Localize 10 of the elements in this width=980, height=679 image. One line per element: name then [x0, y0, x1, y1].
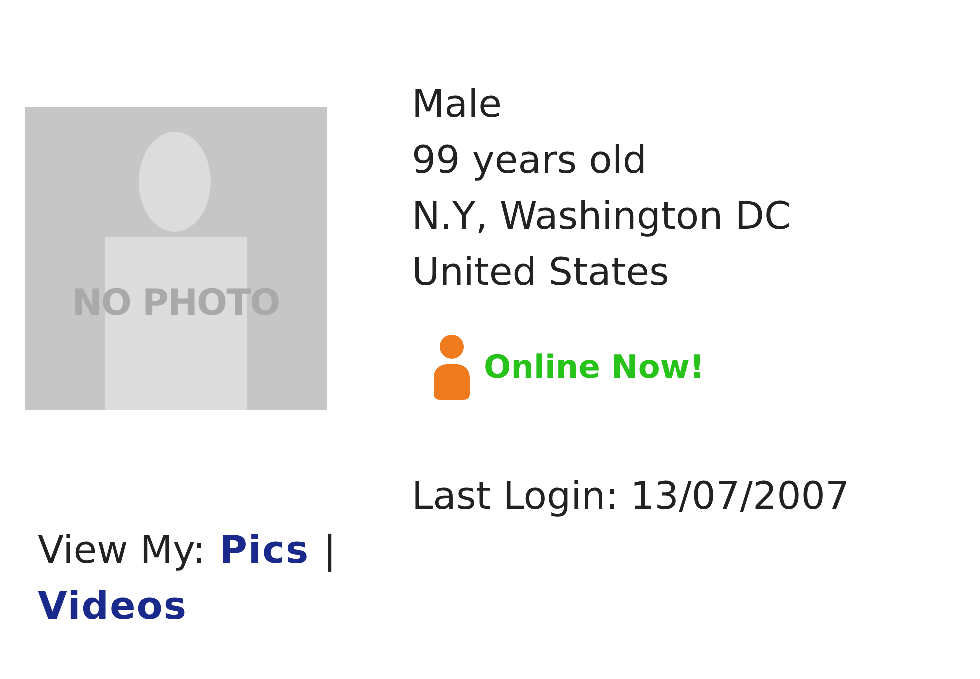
view-my-label: View My:	[38, 527, 206, 574]
profile-link[interactable]: Videos	[38, 578, 188, 634]
link-separator: |	[324, 527, 336, 574]
last-login: Last Login: 13/07/2007	[412, 473, 850, 520]
profile-detail: Male	[412, 81, 504, 128]
profile-detail: 99 years old	[412, 137, 648, 184]
profile-detail: United States	[412, 249, 670, 296]
online-status: Online Now!	[484, 348, 704, 386]
profile-link[interactable]: Pics	[220, 522, 310, 578]
profile-detail: N.Y, Washington DC	[412, 193, 792, 240]
